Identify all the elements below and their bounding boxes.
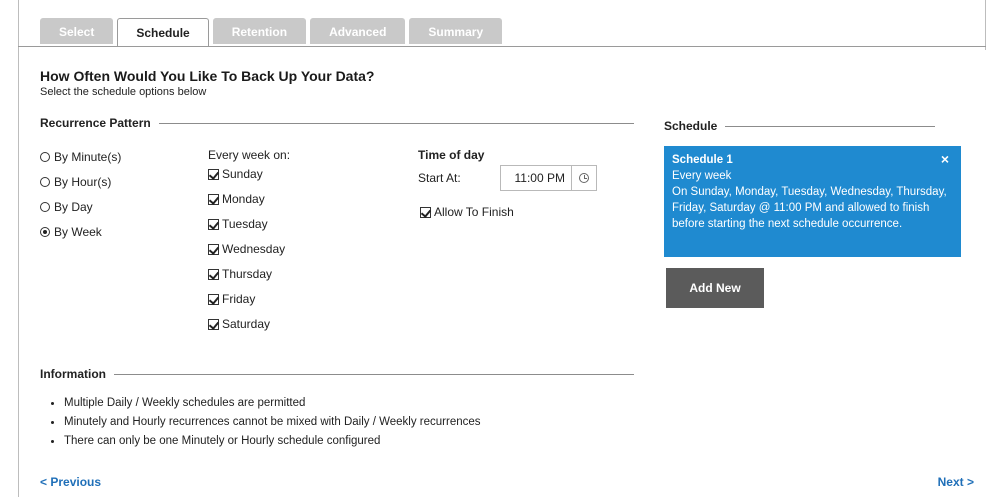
radio-by-hour[interactable]: By Hour(s) (40, 175, 111, 189)
recurrence-pattern-title: Recurrence Pattern (40, 116, 151, 130)
start-time-picker[interactable]: 11:00 PM (500, 165, 597, 191)
information-title: Information (40, 367, 106, 381)
section-divider (725, 125, 936, 127)
tab-summary[interactable]: Summary (409, 18, 503, 44)
list-item: Minutely and Hourly recurrences cannot b… (51, 413, 481, 432)
clock-button[interactable] (571, 166, 596, 190)
checkbox[interactable] (208, 293, 219, 305)
checkbox[interactable] (208, 168, 219, 180)
checkbox[interactable] (208, 218, 219, 230)
schedule-card-frequency: Every week (672, 170, 732, 182)
checkbox-label: Thursday (222, 267, 273, 281)
section-divider (114, 373, 634, 375)
checkbox-label: Wednesday (222, 242, 286, 256)
checkbox[interactable] (208, 193, 219, 205)
checkbox-label: Friday (222, 292, 256, 306)
start-at-label: Start At: (418, 171, 461, 185)
radio-label: By Day (54, 200, 93, 214)
checkbox-saturday[interactable]: Saturday (208, 317, 270, 331)
list-item-text: There can only be one Minutely or Hourly… (64, 435, 381, 447)
schedule-panel-header: Schedule (664, 119, 936, 133)
next-link[interactable]: Next > (938, 475, 974, 489)
information-list: Multiple Daily / Weekly schedules are pe… (51, 394, 481, 451)
bullet-icon (51, 402, 54, 405)
tab-bar: Select Schedule Retention Advanced Summa… (40, 18, 503, 47)
checkbox-label: Sunday (222, 167, 263, 181)
tab-schedule[interactable]: Schedule (117, 18, 209, 47)
clock-icon (579, 173, 589, 183)
radio-label: By Minute(s) (54, 150, 122, 164)
checkbox-tuesday[interactable]: Tuesday (208, 217, 268, 231)
checkbox[interactable] (420, 206, 431, 218)
section-divider (158, 122, 634, 124)
checkbox-monday[interactable]: Monday (208, 192, 265, 206)
checkbox-label: Monday (222, 192, 265, 206)
page-title: How Often Would You Like To Back Up Your… (40, 68, 375, 84)
checkbox-friday[interactable]: Friday (208, 292, 255, 306)
radio-button[interactable] (40, 152, 50, 162)
radio-button-selected[interactable] (40, 227, 50, 237)
schedule-card[interactable]: Schedule 1 × Every week On Sunday, Monda… (664, 146, 961, 257)
checkbox-label: Allow To Finish (434, 205, 514, 219)
list-item: There can only be one Minutely or Hourly… (51, 432, 481, 451)
tab-advanced[interactable]: Advanced (310, 18, 406, 44)
bullet-icon (51, 421, 54, 424)
add-new-button[interactable]: Add New (666, 268, 764, 308)
recurrence-pattern-header: Recurrence Pattern (40, 116, 634, 130)
radio-by-day[interactable]: By Day (40, 200, 93, 214)
bullet-icon (51, 440, 54, 443)
radio-label: By Week (54, 225, 102, 239)
radio-label: By Hour(s) (54, 175, 112, 189)
schedule-card-title: Schedule 1 (672, 154, 733, 166)
tab-retention[interactable]: Retention (212, 18, 307, 44)
checkbox-sunday[interactable]: Sunday (208, 167, 263, 181)
list-item-text: Multiple Daily / Weekly schedules are pe… (64, 397, 306, 409)
schedule-panel-title: Schedule (664, 119, 718, 133)
checkbox-wednesday[interactable]: Wednesday (208, 242, 285, 256)
checkbox-label: Saturday (222, 317, 271, 331)
checkbox-label: Tuesday (222, 217, 268, 231)
every-week-label: Every week on: (208, 148, 291, 162)
list-item: Multiple Daily / Weekly schedules are pe… (51, 394, 481, 413)
radio-button[interactable] (40, 177, 50, 187)
information-header: Information (40, 367, 634, 381)
tab-underline (18, 46, 986, 47)
page-subtitle: Select the schedule options below (40, 86, 207, 98)
checkbox-thursday[interactable]: Thursday (208, 267, 272, 281)
previous-link[interactable]: < Previous (40, 475, 101, 489)
checkbox[interactable] (208, 243, 219, 255)
start-time-value[interactable]: 11:00 PM (501, 171, 571, 185)
radio-by-week[interactable]: By Week (40, 225, 102, 239)
schedule-card-description: On Sunday, Monday, Tuesday, Wednesday, T… (672, 186, 947, 230)
radio-by-minute[interactable]: By Minute(s) (40, 150, 121, 164)
tab-select[interactable]: Select (40, 18, 114, 44)
radio-button[interactable] (40, 202, 50, 212)
close-icon[interactable]: × (941, 151, 949, 167)
time-of-day-label: Time of day (418, 148, 485, 162)
checkbox[interactable] (208, 268, 219, 280)
checkbox[interactable] (208, 318, 219, 330)
allow-to-finish-checkbox[interactable]: Allow To Finish (420, 205, 514, 219)
list-item-text: Minutely and Hourly recurrences cannot b… (64, 416, 481, 428)
